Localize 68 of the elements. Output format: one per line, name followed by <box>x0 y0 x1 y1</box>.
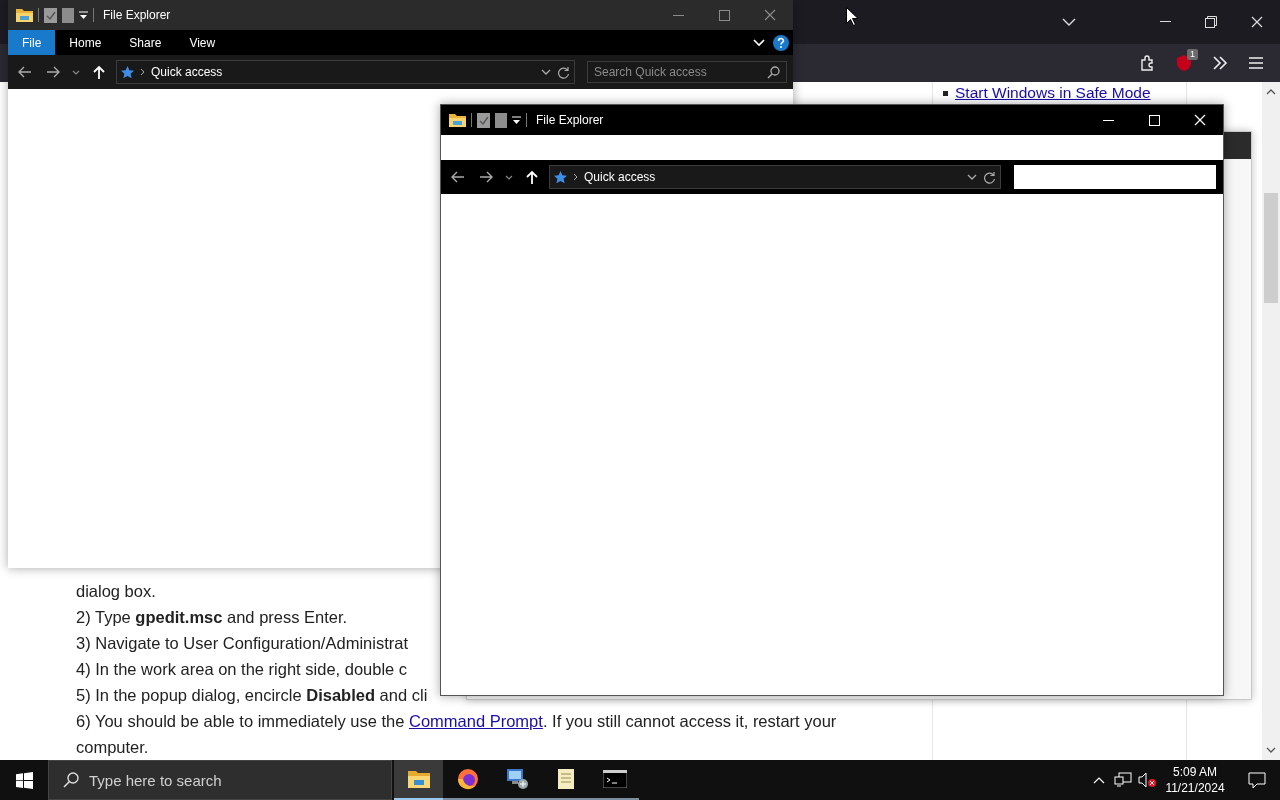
dropdown-icon[interactable] <box>967 174 977 180</box>
bullet-icon <box>943 90 948 96</box>
dropdown-icon[interactable] <box>541 69 551 75</box>
up-arrow-icon <box>93 65 105 79</box>
chevron-icon <box>140 68 145 76</box>
count-badge: 1 <box>1187 49 1198 60</box>
article-paragraph: 5) In the popup dialog, encircle Disabled and cli <box>76 685 429 706</box>
up-arrow-icon <box>526 170 538 184</box>
search-icon <box>767 65 780 79</box>
restore-icon <box>1205 16 1217 28</box>
clock-time: 5:09 AM <box>1173 764 1217 780</box>
browser-icon <box>456 768 479 790</box>
chevron-icon <box>1093 776 1105 784</box>
minimize-icon <box>1102 119 1114 121</box>
article-paragraph: 3) Navigate to User Configuration/Administrat <box>76 633 409 654</box>
clock-date: 11/21/2024 <box>1165 780 1225 796</box>
close-icon <box>1194 114 1206 126</box>
taskbar-clock[interactable]: 5:09 AM 11/21/2024 <box>1162 764 1228 796</box>
computer-icon <box>504 768 529 790</box>
folder-icon <box>449 113 466 127</box>
window-title: File Explorer <box>103 8 171 22</box>
forward-arrow-icon <box>479 171 493 183</box>
chevron-icon <box>505 174 513 180</box>
text-link[interactable]: Command Prompt <box>409 712 543 730</box>
scroll-thumb[interactable] <box>1264 193 1278 303</box>
star-icon <box>554 170 567 184</box>
menu-icon <box>1248 56 1264 70</box>
scroll-down-icon[interactable] <box>1266 747 1276 753</box>
back-arrow-icon <box>451 171 465 183</box>
chevron-icon <box>1062 18 1076 26</box>
search-icon <box>63 772 79 788</box>
article-paragraph: 2) Type gpedit.msc and press Enter. <box>76 607 349 628</box>
window-title: File Explorer <box>536 113 604 127</box>
folder-icon <box>16 8 33 22</box>
scrollbar[interactable] <box>1262 82 1280 760</box>
chevron-icon <box>573 173 578 181</box>
maximize-icon <box>718 9 730 21</box>
sidebar-link[interactable]: Start Windows in Safe Mode <box>955 84 1151 102</box>
close-icon <box>764 9 776 21</box>
taskbar-search-field[interactable]: Type here to search <box>48 760 392 800</box>
speech-bubble-icon <box>1248 771 1266 789</box>
dropdown-icon[interactable] <box>512 115 521 125</box>
scroll-up-icon[interactable] <box>1266 89 1276 95</box>
chevron-icon <box>72 69 80 75</box>
folder-icon <box>407 770 430 788</box>
article-paragraph: 6) You should be able to immediately use the Command Prompt. If you still cannot access it, restart your computer. <box>76 711 838 758</box>
double-chevron-icon <box>1212 56 1228 70</box>
star-icon <box>121 65 134 79</box>
back-arrow-icon <box>18 66 32 78</box>
shield-extension-button[interactable]: 1 <box>1168 47 1200 79</box>
mouse-pointer-icon <box>846 7 858 26</box>
refresh-icon[interactable] <box>983 170 996 184</box>
address-bar[interactable]: Quick access <box>549 165 1001 189</box>
maximize-icon <box>1148 114 1160 126</box>
notepad-icon <box>556 768 575 790</box>
article-paragraph: 4) In the work area on the right side, double c <box>76 659 409 680</box>
properties-icon[interactable] <box>477 112 490 128</box>
document-icon[interactable] <box>495 112 507 128</box>
windows-logo-icon <box>15 771 33 789</box>
refresh-icon[interactable] <box>557 65 570 79</box>
search-field[interactable] <box>1013 164 1217 190</box>
minimize-icon <box>672 14 684 16</box>
article-paragraph: dialog box. <box>76 581 157 602</box>
close-icon <box>1251 16 1263 28</box>
forward-arrow-icon <box>46 66 60 78</box>
minimize-icon <box>1159 21 1171 23</box>
taskbar-app-button[interactable] <box>394 760 443 800</box>
terminal-icon <box>602 770 627 788</box>
